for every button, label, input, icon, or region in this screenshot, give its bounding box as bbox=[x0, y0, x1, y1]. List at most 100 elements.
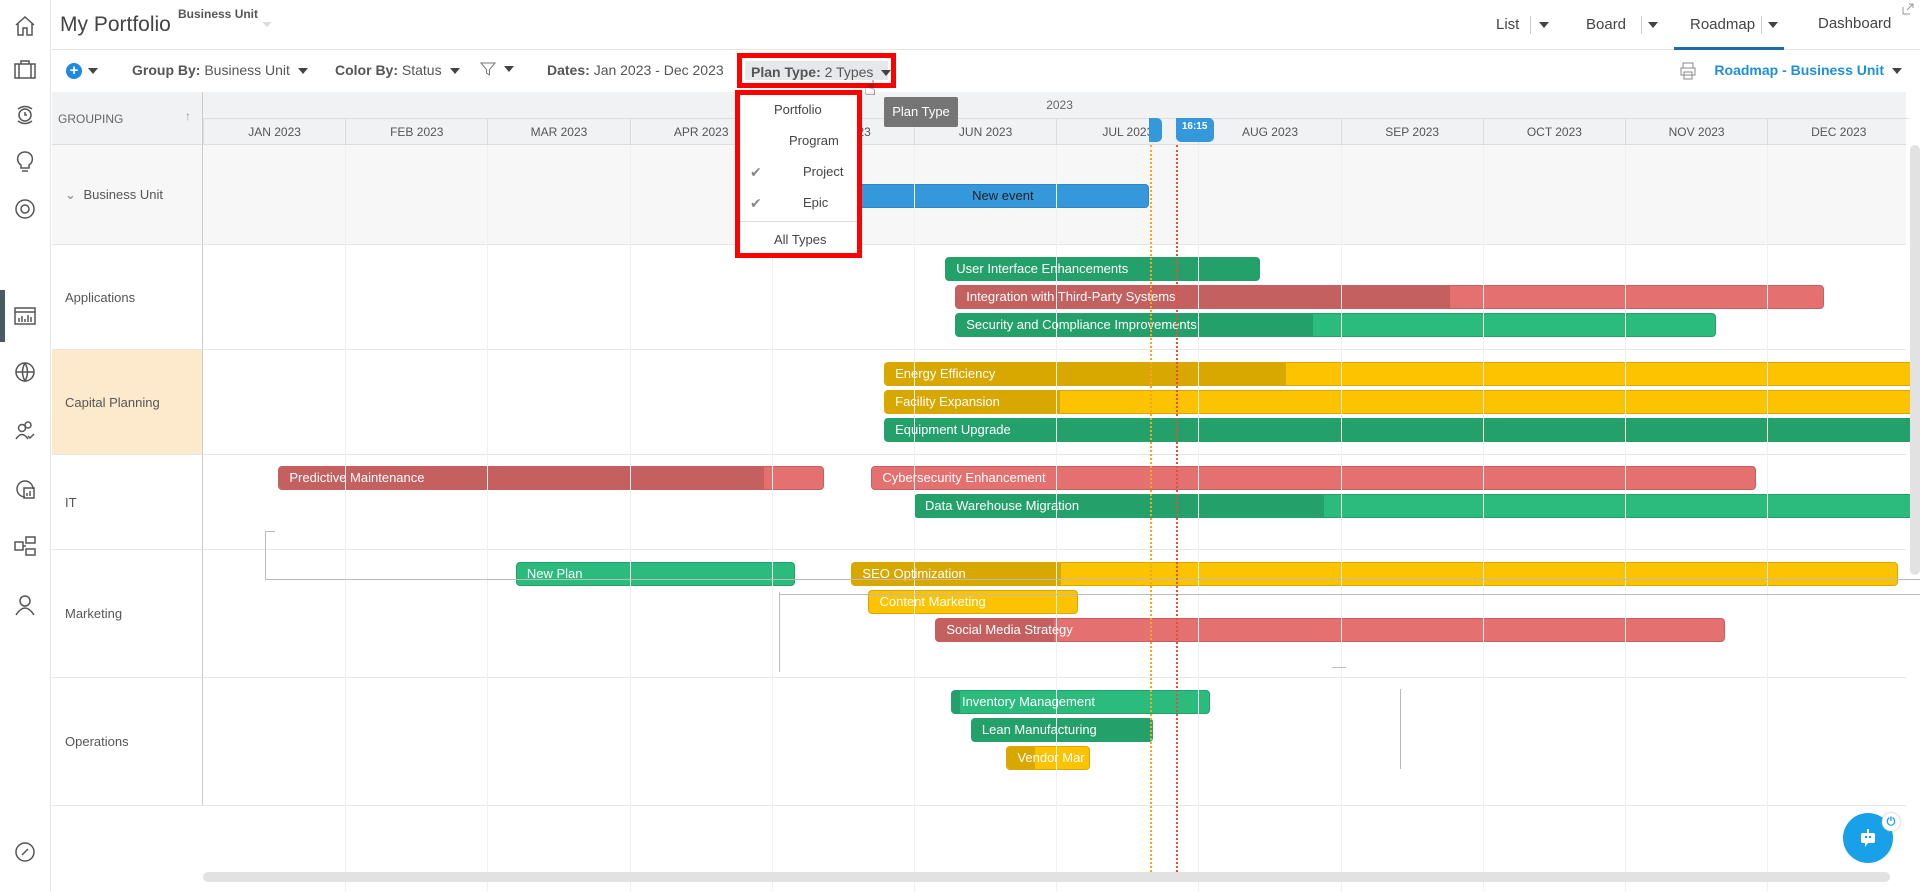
group-row-label[interactable]: ⌄ Business Unit bbox=[52, 145, 203, 245]
portfolio-subtitle[interactable]: Business Unit bbox=[178, 7, 258, 21]
page-title: My Portfolio bbox=[60, 13, 171, 36]
roadmap-bar[interactable]: Social Media Strategy bbox=[935, 618, 1725, 642]
hierarchy-icon[interactable] bbox=[12, 533, 38, 559]
group-name: Applications bbox=[65, 289, 136, 305]
roadmap-bar[interactable]: Vendor Mar bbox=[1006, 746, 1091, 770]
menu-item-all-types[interactable]: All Types bbox=[740, 232, 857, 247]
dependency-connector bbox=[779, 592, 780, 672]
target-icon[interactable] bbox=[12, 196, 38, 222]
bar-label: Cybersecurity Enhancement bbox=[882, 470, 1046, 485]
tab-board[interactable]: Board bbox=[1586, 16, 1626, 33]
bar-label: Inventory Management bbox=[961, 694, 1095, 709]
month-gridline bbox=[1625, 145, 1626, 892]
menu-item-portfolio[interactable]: Portfolio bbox=[740, 102, 857, 117]
color-by-dropdown[interactable]: Color By: Status bbox=[335, 62, 460, 78]
group-row-label[interactable]: Marketing bbox=[52, 550, 203, 678]
vertical-scrollbar[interactable] bbox=[1910, 145, 1920, 575]
dates-value: Jan 2023 - Dec 2023 bbox=[593, 62, 724, 78]
home-icon[interactable] bbox=[12, 13, 38, 39]
roadmap-grid: GROUPING ↑ 2023 JAN 2023 FEB 2023 MAR 2023… bbox=[52, 92, 1920, 892]
active-tab-underline bbox=[1674, 47, 1784, 50]
board-menu-caret-icon[interactable] bbox=[1648, 22, 1658, 28]
roadmap-chart-icon[interactable] bbox=[12, 303, 38, 329]
bar-label: New event bbox=[972, 188, 1034, 203]
tab-list[interactable]: List bbox=[1496, 16, 1519, 33]
compass-icon[interactable] bbox=[12, 839, 38, 865]
group-row-label[interactable]: IT bbox=[52, 455, 203, 550]
group-row-label[interactable]: Capital Planning bbox=[52, 350, 203, 455]
page-header: My Portfolio Business Unit List Board Ro… bbox=[52, 0, 1920, 50]
menu-item-epic[interactable]: ✔ Epic bbox=[740, 195, 857, 211]
add-button[interactable]: + bbox=[66, 63, 82, 79]
lightbulb-icon[interactable] bbox=[12, 149, 38, 175]
month-gridline bbox=[629, 145, 631, 892]
tab-roadmap[interactable]: Roadmap bbox=[1690, 16, 1755, 33]
plan-type-label: Plan Type: bbox=[751, 64, 821, 80]
group-by-dropdown[interactable]: Group By: Business Unit bbox=[132, 62, 308, 78]
month-header: AUG 2023 bbox=[1198, 118, 1341, 145]
bar-label: Content Marketing bbox=[879, 594, 986, 609]
roadmap-view-select[interactable]: Roadmap - Business Unit bbox=[1714, 62, 1902, 78]
month-gridline bbox=[1482, 145, 1484, 892]
month-gridline bbox=[914, 145, 915, 892]
divider bbox=[1761, 16, 1762, 34]
roadmap-bar[interactable]: Integration with Third-Party Systems bbox=[955, 285, 1825, 309]
sort-up-icon[interactable]: ↑ bbox=[185, 109, 191, 123]
briefcase-icon[interactable] bbox=[12, 56, 38, 82]
menu-item-program[interactable]: Program bbox=[740, 133, 857, 148]
print-icon[interactable] bbox=[1678, 61, 1698, 81]
menu-divider bbox=[740, 221, 857, 222]
bar-label: Vendor Mar bbox=[1017, 750, 1085, 765]
month-gridline bbox=[487, 145, 489, 892]
bar-label: Security and Compliance Improvements bbox=[966, 317, 1197, 332]
chevron-down-icon[interactable]: ⌄ bbox=[65, 187, 80, 202]
timer-icon[interactable] bbox=[12, 102, 38, 128]
roadmap-bar[interactable]: New event bbox=[857, 184, 1149, 208]
bar-label: User Interface Enhancements bbox=[956, 261, 1129, 276]
roadmap-menu-caret-icon[interactable] bbox=[1768, 22, 1778, 28]
dates-label: Dates: bbox=[547, 62, 590, 78]
dependency-connector bbox=[265, 531, 1920, 580]
dates-range[interactable]: Dates: Jan 2023 - Dec 2023 bbox=[547, 62, 724, 78]
month-header: DEC 2023 bbox=[1767, 118, 1910, 145]
roadmap-bar[interactable]: Predictive Maintenance bbox=[278, 466, 825, 490]
group-row-label[interactable]: Operations bbox=[52, 678, 203, 806]
team-icon[interactable] bbox=[12, 418, 38, 444]
roadmap-bar[interactable]: Inventory Management bbox=[950, 690, 1210, 714]
roadmap-bar[interactable]: Equipment Upgrade bbox=[884, 418, 1914, 442]
bar-label: Social Media Strategy bbox=[946, 622, 1073, 637]
user-icon[interactable] bbox=[12, 592, 38, 618]
view-select-label: Roadmap - Business Unit bbox=[1714, 62, 1884, 78]
roadmap-bar[interactable]: Cybersecurity Enhancement bbox=[871, 466, 1756, 490]
month-header: SEP 2023 bbox=[1340, 118, 1483, 145]
chevron-down-icon[interactable] bbox=[262, 22, 272, 27]
year-label: 2023 bbox=[1046, 98, 1073, 112]
roadmap-bar[interactable]: Security and Compliance Improvements bbox=[955, 313, 1716, 337]
hand-cursor-icon: ☝ bbox=[864, 78, 877, 100]
tab-dashboard[interactable]: Dashboard bbox=[1818, 15, 1891, 32]
roadmap-bar[interactable]: Lean Manufacturing bbox=[970, 718, 1153, 742]
roadmap-bar[interactable]: Energy Efficiency bbox=[884, 362, 1914, 386]
roadmap-bar[interactable]: User Interface Enhancements bbox=[945, 257, 1260, 281]
grouping-label: GROUPING bbox=[58, 112, 124, 126]
list-menu-caret-icon[interactable] bbox=[1539, 22, 1549, 28]
divider bbox=[1641, 16, 1642, 34]
roadmap-bar[interactable]: Facility Expansion bbox=[884, 390, 1914, 414]
bar-label: Lean Manufacturing bbox=[981, 722, 1097, 737]
group-row-label[interactable]: Applications bbox=[52, 245, 203, 350]
menu-item-project[interactable]: ✔ Project bbox=[740, 164, 857, 180]
power-icon[interactable]: ⏻ bbox=[1882, 813, 1900, 831]
month-header: MAR 2023 bbox=[487, 118, 630, 145]
grouping-header: GROUPING ↑ bbox=[52, 92, 203, 145]
report-icon[interactable] bbox=[12, 476, 38, 502]
active-indicator bbox=[0, 290, 5, 342]
group-name: IT bbox=[65, 494, 77, 510]
roadmap-bar[interactable]: Data Warehouse Migration bbox=[914, 494, 1914, 518]
globe-icon[interactable] bbox=[12, 359, 38, 385]
group-name: Capital Planning bbox=[65, 394, 160, 410]
filter-dropdown[interactable] bbox=[479, 60, 514, 77]
month-header: FEB 2023 bbox=[345, 118, 488, 145]
expand-icon[interactable] bbox=[1902, 3, 1914, 15]
horizontal-scrollbar[interactable] bbox=[203, 872, 1890, 882]
add-menu-caret-icon[interactable] bbox=[88, 62, 98, 78]
